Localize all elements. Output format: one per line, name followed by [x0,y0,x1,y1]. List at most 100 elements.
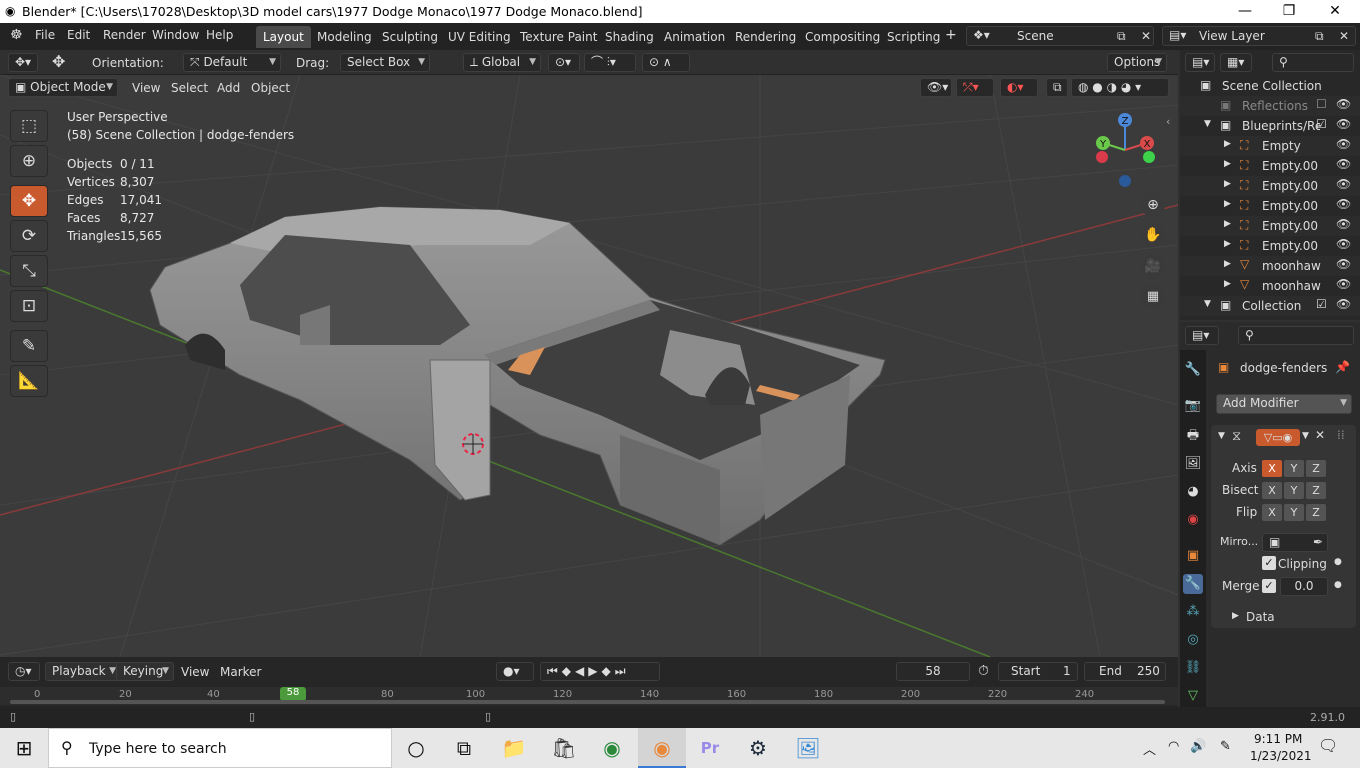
cortana-icon[interactable]: ○ [392,728,440,768]
outliner-row[interactable]: ▶ ⛶ Empty.00 👁 [1180,236,1360,256]
outliner-row[interactable]: ▶ ▽ moonhaw 👁 [1180,256,1360,276]
drag-dropdown[interactable]: Select Box ▼ [340,53,430,72]
visibility-dropdown[interactable]: 👁▾ [920,78,952,97]
menu-help[interactable]: Help [206,28,233,42]
outliner-row[interactable]: ▶ ⛶ Empty.00 👁 [1180,216,1360,236]
sidebar-toggle-icon[interactable]: ‹ [1166,115,1170,128]
expand-icon[interactable]: ▶ [1224,239,1231,249]
modifier-tab-icon[interactable]: 🔧 [1183,574,1203,594]
blender-taskbar-icon[interactable]: ◉ [638,728,686,768]
stopwatch-icon[interactable]: ⏱ [978,663,989,679]
tab-rendering[interactable]: Rendering [728,26,803,48]
steam-icon[interactable]: ⚙ [734,728,782,768]
annotate-tool[interactable]: ✎ [10,330,48,362]
new-scene-icon[interactable]: ⧉ [1117,28,1126,45]
pivot-point-dropdown[interactable]: ⊙▾ [548,53,580,72]
physics-tab-icon[interactable]: ◎ [1183,630,1203,650]
particles-tab-icon[interactable]: ⁂ [1183,602,1203,622]
timeline-menu-view[interactable]: View [181,665,209,679]
drag-handle-icon[interactable]: ⁞⁞ [1337,428,1345,442]
menu-render[interactable]: Render [103,28,146,42]
options-dropdown[interactable]: Options ▼ [1107,53,1167,72]
outliner-row[interactable]: ▶ ⛶ Empty.00 👁 [1180,196,1360,216]
flip-y-toggle[interactable]: Y [1284,504,1304,521]
expand-icon[interactable]: ▶ [1224,219,1231,229]
notifications-icon[interactable]: 🗨 [1318,736,1338,755]
windows-start-icon[interactable]: ⊞ [0,728,48,768]
outliner-row[interactable]: ▶ ⛶ Empty 👁 [1180,136,1360,156]
constraints-tab-icon[interactable]: ⛓ [1183,658,1203,678]
checkbox-checked-icon[interactable]: ☑ [1316,297,1327,311]
eye-icon[interactable]: 👁 [1336,97,1351,111]
scene-selector[interactable]: ❖▾ Scene ⧉ ✕ [966,26,1154,46]
tab-sculpting[interactable]: Sculpting [375,26,445,48]
photos-icon[interactable]: 🖼 [784,728,832,768]
delete-scene-icon[interactable]: ✕ [1141,28,1151,45]
outliner-editor-type[interactable]: ▤▾ [1185,53,1215,72]
3d-viewport[interactable]: ▣ Object Mode ▼ View Select Add Object 👁▾… [0,75,1178,657]
editor-type-button[interactable]: ✥▾ [8,53,38,72]
new-view-layer-icon[interactable]: ⧉ [1315,28,1324,45]
microsoft-store-icon[interactable]: 🛍 [540,728,588,768]
object-tab-icon[interactable]: ▣ [1183,546,1203,566]
pan-hand-icon[interactable]: ✋ [1141,223,1165,247]
eye-icon[interactable]: 👁 [1336,277,1351,291]
zoom-icon[interactable]: ⊕ [1141,193,1165,217]
merge-checkbox[interactable]: ✓ [1262,579,1276,593]
minimize-button[interactable]: — [1222,0,1268,23]
gizmo-toggle[interactable]: ⤱▾ [956,78,994,97]
keying-dropdown[interactable]: Keying ▼ [116,662,174,681]
snap-dropdown[interactable]: ⌒ ⫶▾ [584,53,636,72]
chrome-icon[interactable]: ◉ [588,728,636,768]
expand-icon[interactable]: ▶ [1224,139,1231,149]
outliner-display-mode[interactable]: ▦▾ [1220,53,1252,72]
expand-icon[interactable]: ▶ [1224,259,1231,269]
tool-tab-icon[interactable]: 🔧 [1183,360,1203,380]
eye-icon[interactable]: 👁 [1336,197,1351,211]
view-layer-selector[interactable]: ▤▾ View Layer ⧉ ✕ [1162,26,1356,46]
timeline-ruler[interactable]: 0 20 40 58 80 100 120 140 160 180 200 22… [0,687,1178,705]
chevron-down-icon[interactable]: ▼ [1302,431,1309,441]
output-tab-icon[interactable]: 🖶 [1183,426,1203,446]
camera-view-icon[interactable]: 🎥 [1141,255,1165,279]
clipping-checkbox[interactable]: ✓ [1262,556,1276,570]
clock-date[interactable]: 1/23/2021 [1250,749,1312,763]
cursor-tool[interactable]: ⊕ [10,145,48,177]
eye-icon[interactable]: 👁 [1336,177,1351,191]
outliner-row[interactable]: ▼ ▣ Blueprints/Ref ☑ 👁 [1180,116,1360,136]
menu-file[interactable]: File [35,28,55,42]
flip-z-toggle[interactable]: Z [1306,504,1326,521]
pin-icon[interactable]: 📌 [1335,360,1350,374]
navigation-gizmo[interactable]: Z X Y [1090,110,1160,190]
scale-tool[interactable]: ⤡ [10,255,48,287]
viewport-menu-select[interactable]: Select [171,81,208,95]
playback-dropdown[interactable]: Playback ▼ [45,662,121,681]
axis-z-toggle[interactable]: Z [1306,460,1326,477]
eyedropper-icon[interactable]: ✒ [1313,534,1323,551]
proportional-edit-button[interactable]: ⊙ ∧ [642,53,690,72]
eye-icon[interactable]: 👁 [1336,257,1351,271]
transform-tool[interactable]: ⊡ [10,290,48,322]
perspective-grid-icon[interactable]: ▦ [1141,285,1165,309]
viewport-menu-object[interactable]: Object [251,81,290,95]
axis-y-toggle[interactable]: Y [1284,460,1304,477]
car-body-model[interactable] [149,206,886,546]
add-workspace-button[interactable]: + [945,27,957,43]
axis-x-toggle[interactable]: X [1262,460,1282,477]
tab-compositing[interactable]: Compositing [798,26,887,48]
start-frame-field[interactable]: Start 1 [998,662,1078,681]
eye-icon[interactable]: 👁 [1336,157,1351,171]
measure-tool[interactable]: 📐 [10,365,48,397]
expand-icon[interactable]: ▶ [1224,279,1231,289]
add-modifier-button[interactable]: Add Modifier ▼ [1216,394,1352,414]
outliner-scene-collection[interactable]: ▣ Scene Collection [1180,76,1360,96]
viewport-menu-view[interactable]: View [132,81,160,95]
tab-modeling[interactable]: Modeling [310,26,379,48]
delete-view-layer-icon[interactable]: ✕ [1339,28,1349,45]
viewport-menu-add[interactable]: Add [217,81,240,95]
modifier-visibility-toggles[interactable]: ▽▭◉ [1256,429,1300,446]
premiere-pro-icon[interactable]: Pr [686,728,734,768]
menu-window[interactable]: Window [152,28,199,42]
data-tab-icon[interactable]: ▽ [1183,686,1203,706]
checkbox-icon[interactable]: ☐ [1316,97,1327,111]
